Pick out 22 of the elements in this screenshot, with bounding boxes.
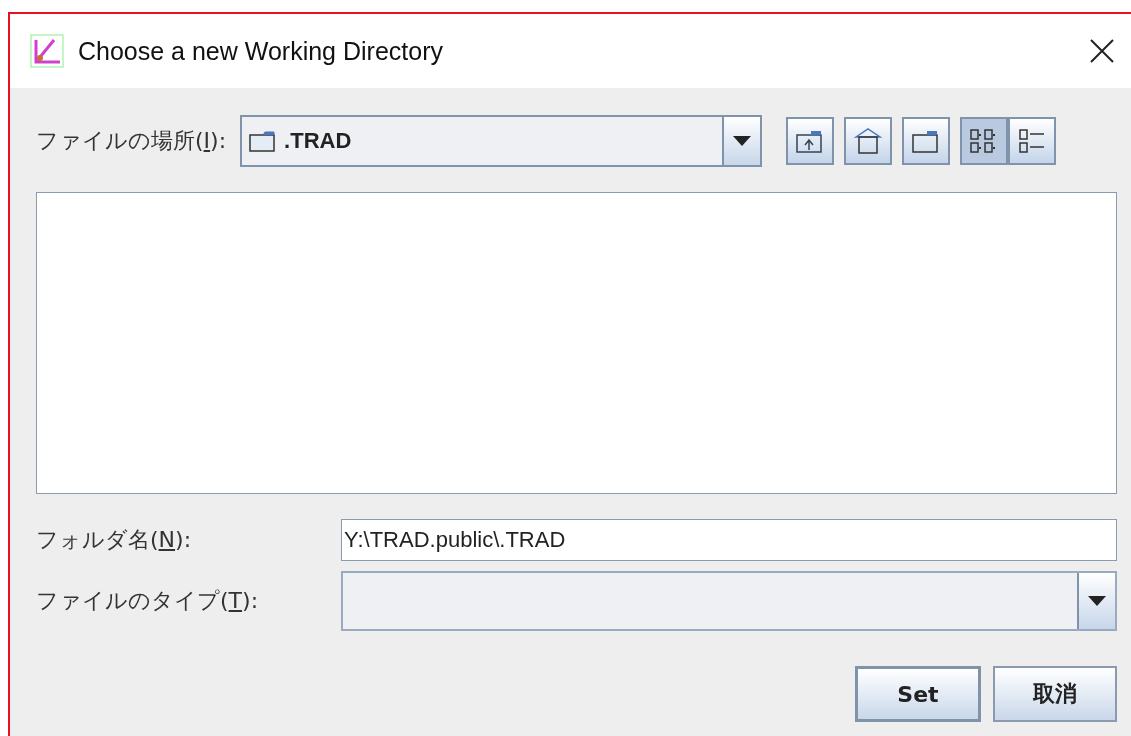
folder-name-field[interactable]: Y:\TRAD.public\.TRAD <box>341 519 1117 561</box>
field-label: ファイルのタイプ(T): <box>36 587 260 615</box>
app-icon <box>30 34 64 68</box>
view-toggle[interactable] <box>960 117 1009 165</box>
view-toggle[interactable] <box>1008 117 1057 165</box>
caret-icon <box>1087 595 1107 607</box>
window-title: Choose a new Working Directory <box>78 36 444 66</box>
location-dropdown[interactable]: .TRAD <box>240 115 763 167</box>
dialog-button[interactable]: 取消 <box>993 666 1117 722</box>
location-value: .TRAD <box>284 128 352 154</box>
field-label: ファイルの場所(I): <box>36 127 227 155</box>
home-icon <box>853 127 884 155</box>
toolbar-button[interactable] <box>902 117 951 165</box>
folder-icon <box>248 129 277 153</box>
dropdown-button[interactable] <box>1077 573 1115 629</box>
toolbar-button[interactable] <box>844 117 893 165</box>
caret-icon <box>732 135 753 147</box>
dropdown-button[interactable] <box>722 117 761 165</box>
field-label: フォルダ名(N): <box>36 526 193 554</box>
close-icon <box>1089 38 1115 64</box>
dialog-button[interactable]: Set <box>855 666 981 722</box>
toolbar-button[interactable] <box>786 117 835 165</box>
